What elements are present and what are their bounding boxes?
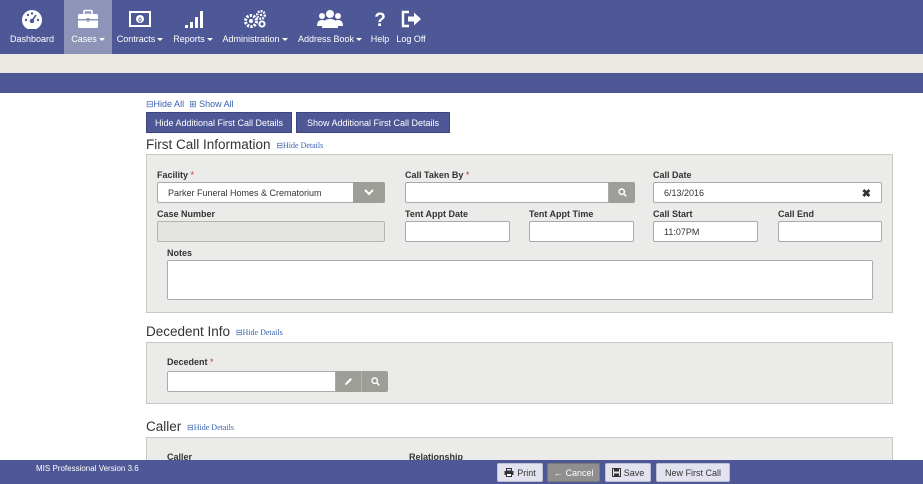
nav-reports-label: Reports <box>173 34 205 44</box>
collapse-icon: ⊟ <box>235 327 243 337</box>
notes-label: Notes <box>167 248 193 258</box>
search-icon <box>370 377 380 386</box>
decedent-edit-button[interactable] <box>336 371 362 392</box>
first-call-panel: Facility * Parker Funeral Homes & Cremat… <box>146 154 893 313</box>
save-icon <box>611 468 621 477</box>
case-number-label: Case Number <box>157 209 216 219</box>
hide-details-link[interactable]: ⊟Hide Details <box>276 141 323 150</box>
call-date-label: Call Date <box>653 170 692 180</box>
notes-textarea[interactable] <box>167 260 873 300</box>
call-end-input[interactable] <box>778 221 882 242</box>
nav-contracts-label: Contracts <box>116 34 156 44</box>
nav-cases[interactable]: Cases <box>64 0 112 54</box>
question-icon: ? <box>373 8 387 30</box>
collapse-icon: ⊟ <box>146 99 154 109</box>
hide-details-link[interactable]: ⊟Hide Details <box>236 328 283 337</box>
hide-details-link[interactable]: ⊟Hide Details <box>187 423 234 432</box>
nav-log-off-label: Log Off <box>396 34 426 44</box>
call-date-value: 6/13/2016 <box>664 187 705 198</box>
caller-section-title: Caller ⊟Hide Details <box>146 419 234 434</box>
version-text: MIS Professional Version 3.6 <box>36 464 139 473</box>
svg-text:?: ? <box>374 10 386 29</box>
money-icon: 0 <box>129 8 151 30</box>
section-title-text: First Call Information <box>146 137 271 152</box>
facility-dropdown-button[interactable] <box>353 182 385 203</box>
cancel-button[interactable]: ← Cancel <box>547 463 600 482</box>
decedent-input[interactable] <box>167 371 336 392</box>
nav-log-off[interactable]: Log Off <box>392 0 430 54</box>
call-taken-by-input[interactable] <box>405 182 609 203</box>
decedent-search-button[interactable] <box>362 371 388 392</box>
users-icon <box>317 8 343 30</box>
decedent-label: Decedent * <box>167 357 214 367</box>
subheader-bar <box>0 54 923 73</box>
call-end-label: Call End <box>778 209 815 219</box>
expand-icon: ⊞ <box>189 99 197 109</box>
collapse-icon: ⊟ <box>276 140 284 150</box>
nav-administration-label: Administration <box>222 34 280 44</box>
tent-appt-time-input[interactable] <box>529 221 634 242</box>
svg-text:0: 0 <box>138 17 142 24</box>
bar-chart-icon <box>182 8 204 30</box>
call-start-label: Call Start <box>653 209 693 219</box>
nav-address-book-label: Address Book <box>297 34 355 44</box>
tent-appt-time-label: Tent Appt Time <box>529 209 594 219</box>
nav-reports[interactable]: Reports <box>168 0 218 54</box>
nav-address-book[interactable]: Address Book <box>292 0 368 54</box>
decedent-panel: Decedent * <box>146 342 893 404</box>
chevron-down-icon <box>206 38 213 42</box>
briefcase-icon <box>77 8 99 30</box>
nav-contracts[interactable]: 0 Contracts <box>112 0 168 54</box>
call-start-input[interactable]: 11:07PM <box>653 221 758 242</box>
footer-bar: MIS Professional Version 3.6 Print ← Can… <box>0 460 923 484</box>
tent-appt-date-input[interactable] <box>405 221 510 242</box>
first-call-section-title: First Call Information ⊟Hide Details <box>146 137 323 152</box>
tent-appt-date-label: Tent Appt Date <box>405 209 468 219</box>
caller-panel: Caller Relationship <box>146 437 893 460</box>
hide-additional-details-button[interactable]: Hide Additional First Call Details <box>146 112 292 133</box>
call-taken-by-label: Call Taken By * <box>405 170 470 180</box>
chevron-down-icon <box>364 189 374 196</box>
chevron-down-icon <box>281 38 288 42</box>
top-navigation: Dashboard Cases 0 Contracts Reports Admi… <box>0 0 923 54</box>
section-title-text: Caller <box>146 419 182 434</box>
nav-cases-label: Cases <box>71 34 97 44</box>
caller-label: Caller <box>167 452 193 460</box>
page-title-bar <box>0 73 923 93</box>
chevron-down-icon <box>157 38 164 42</box>
nav-dashboard[interactable]: Dashboard <box>0 0 64 54</box>
show-all-link[interactable]: ⊞ Show All <box>189 99 234 109</box>
dashboard-icon <box>21 8 43 30</box>
relationship-label: Relationship <box>409 452 464 460</box>
decedent-section-title: Decedent Info ⊟Hide Details <box>146 324 283 339</box>
chevron-down-icon <box>356 38 363 42</box>
print-icon <box>504 468 514 477</box>
detail-toggles: ⊟Hide All ⊞ Show All <box>146 99 234 110</box>
nav-dashboard-label: Dashboard <box>9 34 55 44</box>
case-number-input <box>157 221 385 242</box>
call-date-input[interactable]: 6/13/2016 ✖ <box>653 182 882 203</box>
nav-administration[interactable]: Administration <box>218 0 292 54</box>
chevron-down-icon <box>98 38 105 42</box>
call-taken-by-search-button[interactable] <box>609 182 635 203</box>
nav-help-label: Help <box>370 34 390 44</box>
facility-label: Facility * <box>157 170 195 180</box>
collapse-icon: ⊟ <box>187 422 194 432</box>
facility-select[interactable]: Parker Funeral Homes & Crematorium <box>157 182 353 203</box>
main-content: ⊟Hide All ⊞ Show All Hide Additional Fir… <box>0 93 923 460</box>
nav-help[interactable]: ? Help <box>368 0 392 54</box>
section-title-text: Decedent Info <box>146 324 231 339</box>
pencil-icon <box>345 378 352 385</box>
hide-all-link[interactable]: ⊟Hide All <box>146 99 184 109</box>
sign-out-icon <box>400 8 422 30</box>
new-first-call-button[interactable]: New First Call <box>656 463 730 482</box>
save-button[interactable]: Save <box>605 463 651 482</box>
show-additional-details-button[interactable]: Show Additional First Call Details <box>296 112 450 133</box>
clear-date-icon[interactable]: ✖ <box>862 187 871 200</box>
arrow-left-icon: ← <box>553 467 563 478</box>
cogs-icon <box>243 8 267 30</box>
search-icon <box>617 188 627 197</box>
print-button[interactable]: Print <box>497 463 543 482</box>
